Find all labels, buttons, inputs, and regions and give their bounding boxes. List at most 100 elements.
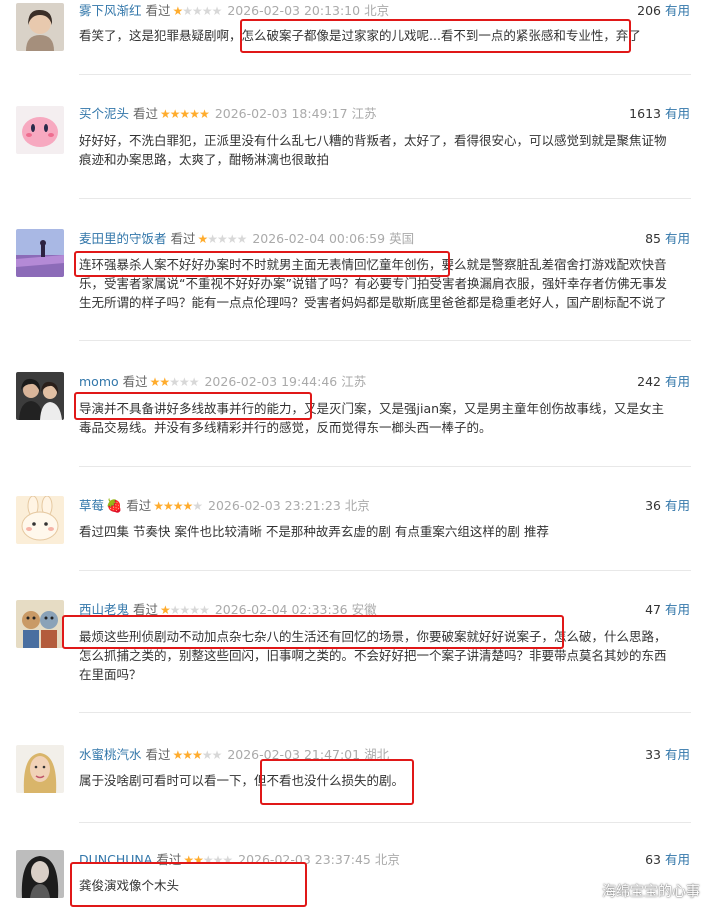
rating-stars: ★★★★★ [197, 232, 248, 246]
useful-button[interactable]: 有用 [665, 374, 690, 389]
divider [79, 466, 691, 467]
vote-useful[interactable]: 85 有用 [645, 229, 690, 249]
rating-stars: ★★★★★ [160, 603, 210, 617]
vote-count: 47 [645, 602, 661, 617]
username-link[interactable]: 买个泥头 [79, 106, 129, 121]
vote-count: 85 [645, 231, 661, 246]
review-location: 安徽 [351, 602, 377, 617]
review-time: 2026-02-04 02:33:36 [214, 602, 348, 617]
useful-button[interactable]: 有用 [665, 602, 690, 617]
review-text: 龚俊演戏像个木头 [79, 876, 693, 895]
useful-button[interactable]: 有用 [665, 852, 690, 867]
review-text-line: 在里面吗？ [79, 667, 142, 682]
review-time: 2026-02-03 20:13:10 [227, 3, 361, 18]
divider [79, 712, 691, 713]
divider [79, 74, 691, 75]
review-text-line: 痕迹和办案思路，太爽了，酣畅淋漓也很敢拍 [79, 152, 330, 167]
vote-count: 242 [637, 374, 661, 389]
watched-label: 看过 [170, 231, 196, 246]
avatar[interactable] [16, 850, 64, 898]
vote-useful[interactable]: 36 有用 [645, 496, 690, 516]
vote-count: 1613 [629, 106, 661, 121]
review-location: 北京 [344, 498, 370, 513]
review-text: 属于没啥剧可看时可以看一下，但不看也没什么损失的剧。 [79, 771, 693, 790]
useful-button[interactable]: 有用 [665, 231, 690, 246]
vote-count: 63 [645, 852, 661, 867]
review-text-line: 导演并不具备讲好多线故事并行的能力，又是灭门案，又是强jian案，又是男主童年创… [79, 401, 665, 416]
divider [79, 822, 691, 823]
watched-label: 看过 [145, 747, 171, 762]
divider [79, 198, 691, 199]
avatar[interactable] [16, 496, 64, 544]
review-location: 江苏 [341, 374, 367, 389]
review-text-line: 属于没啥剧可看时可以看一下，但不看也没什么损失的剧。 [79, 773, 405, 788]
username-link[interactable]: 麦田里的守饭者 [79, 231, 167, 246]
avatar[interactable] [16, 229, 64, 277]
watched-label: 看过 [126, 498, 152, 513]
useful-button[interactable]: 有用 [665, 3, 690, 18]
useful-button[interactable]: 有用 [665, 498, 690, 513]
review-text: 最烦这些刑侦剧动不动加点杂七杂八的生活还有回忆的场景，你要破案就好好说案子，怎么… [79, 627, 693, 684]
vote-count: 33 [645, 747, 661, 762]
watched-label: 看过 [133, 602, 159, 617]
username-link[interactable]: DUNCHUNA [79, 852, 152, 867]
review-time: 2026-02-04 00:06:59 [252, 231, 386, 246]
review-text-line: 看过四集 节奏快 案件也比较清晰 不是那种故弄玄虚的剧 有点重案六组这样的剧 推… [79, 524, 549, 539]
username-link[interactable]: 西山老鬼 [79, 602, 129, 617]
review-text: 连环强暴杀人案不好好办案时不时就男主面无表情回忆童年创伤，要么就是警察脏乱差宿舍… [79, 255, 693, 312]
watched-label: 看过 [122, 374, 148, 389]
review-text: 看笑了，这是犯罪悬疑剧啊，怎么破案子都像是过家家的儿戏呢...看不到一点的紧张感… [79, 26, 693, 45]
divider [79, 340, 691, 341]
review-text-line: 看笑了，这是犯罪悬疑剧啊，怎么破案子都像是过家家的儿戏呢...看不到一点的紧张感… [79, 28, 641, 43]
review-time: 2026-02-03 19:44:46 [204, 374, 338, 389]
review-location: 湖北 [364, 747, 390, 762]
vote-useful[interactable]: 206 有用 [637, 1, 690, 21]
vote-useful[interactable]: 33 有用 [645, 745, 690, 765]
review-text: 好好好，不洗白罪犯，正派里没有什么乱七八糟的背叛者，太好了，看得很安心，可以感觉… [79, 131, 693, 169]
rating-stars: ★★★★★ [149, 375, 200, 389]
rating-stars: ★★★★★ [153, 499, 203, 513]
avatar[interactable] [16, 3, 64, 51]
rating-stars: ★★★★★ [183, 853, 233, 867]
useful-button[interactable]: 有用 [665, 747, 690, 762]
vote-count: 36 [645, 498, 661, 513]
review-text-line: 乐，受害者家属说“不重视不好好办案”说错了吗？有必要专门拍受害者换漏肩衣服，强奸… [79, 276, 667, 291]
review-text-line: 最烦这些刑侦剧动不动加点杂七杂八的生活还有回忆的场景，你要破案就好好说案子，怎么… [79, 629, 667, 644]
review-text-line: 毒品交易线。并没有多线精彩并行的感觉，反而觉得东一榔头西一棒子的。 [79, 420, 492, 435]
watermark-text: 海绵宝宝的心事 [602, 884, 700, 900]
useful-button[interactable]: 有用 [665, 106, 690, 121]
watched-label: 看过 [145, 3, 171, 18]
review-text-line: 龚俊演戏像个木头 [79, 878, 180, 893]
divider [79, 570, 691, 571]
review-text-line: 好好好，不洗白罪犯，正派里没有什么乱七八糟的背叛者，太好了，看得很安心，可以感觉… [79, 133, 667, 148]
avatar[interactable] [16, 745, 64, 793]
username-link[interactable]: 水蜜桃汽水 [79, 747, 142, 762]
rating-stars: ★★★★★ [160, 107, 210, 121]
vote-useful[interactable]: 242 有用 [637, 372, 690, 392]
username-link[interactable]: momo [79, 374, 119, 389]
vote-useful[interactable]: 63 有用 [645, 850, 690, 870]
review-location: 江苏 [351, 106, 377, 121]
review-text-line: 生无所谓的样子吗？能有一点点伦理吗？受害者妈妈都是歇斯底里爸爸都是稳重老好人，国… [79, 295, 667, 310]
vote-useful[interactable]: 1613 有用 [629, 104, 690, 124]
vote-count: 206 [637, 3, 661, 18]
watched-label: 看过 [156, 852, 182, 867]
review-text-line: 连环强暴杀人案不好好办案时不时就男主面无表情回忆童年创伤，要么就是警察脏乱差宿舍… [79, 257, 667, 272]
avatar[interactable] [16, 600, 64, 648]
avatar[interactable] [16, 106, 64, 154]
vote-useful[interactable]: 47 有用 [645, 600, 690, 620]
strawberry-icon: 🍓 [106, 499, 123, 514]
review-time: 2026-02-03 18:49:17 [214, 106, 348, 121]
review-text: 导演并不具备讲好多线故事并行的能力，又是灭门案，又是强jian案，又是男主童年创… [79, 399, 693, 437]
rating-stars: ★★★★★ [172, 748, 223, 762]
username-link[interactable]: 雾下风渐红 [79, 3, 142, 18]
review-time: 2026-02-03 23:21:23 [208, 498, 341, 513]
watched-label: 看过 [133, 106, 159, 121]
review-text: 看过四集 节奏快 案件也比较清晰 不是那种故弄玄虚的剧 有点重案六组这样的剧 推… [79, 522, 693, 541]
review-time: 2026-02-03 21:47:01 [227, 747, 361, 762]
rating-stars: ★★★★★ [172, 4, 223, 18]
username-link[interactable]: 草莓 [79, 498, 104, 513]
review-location: 北京 [374, 852, 400, 867]
avatar[interactable] [16, 372, 64, 420]
review-text-line: 怎么抓捕之类的，别整这些回闪，旧事啊之类的。不会好好把一个案子讲清楚吗？非要带点… [79, 648, 667, 663]
